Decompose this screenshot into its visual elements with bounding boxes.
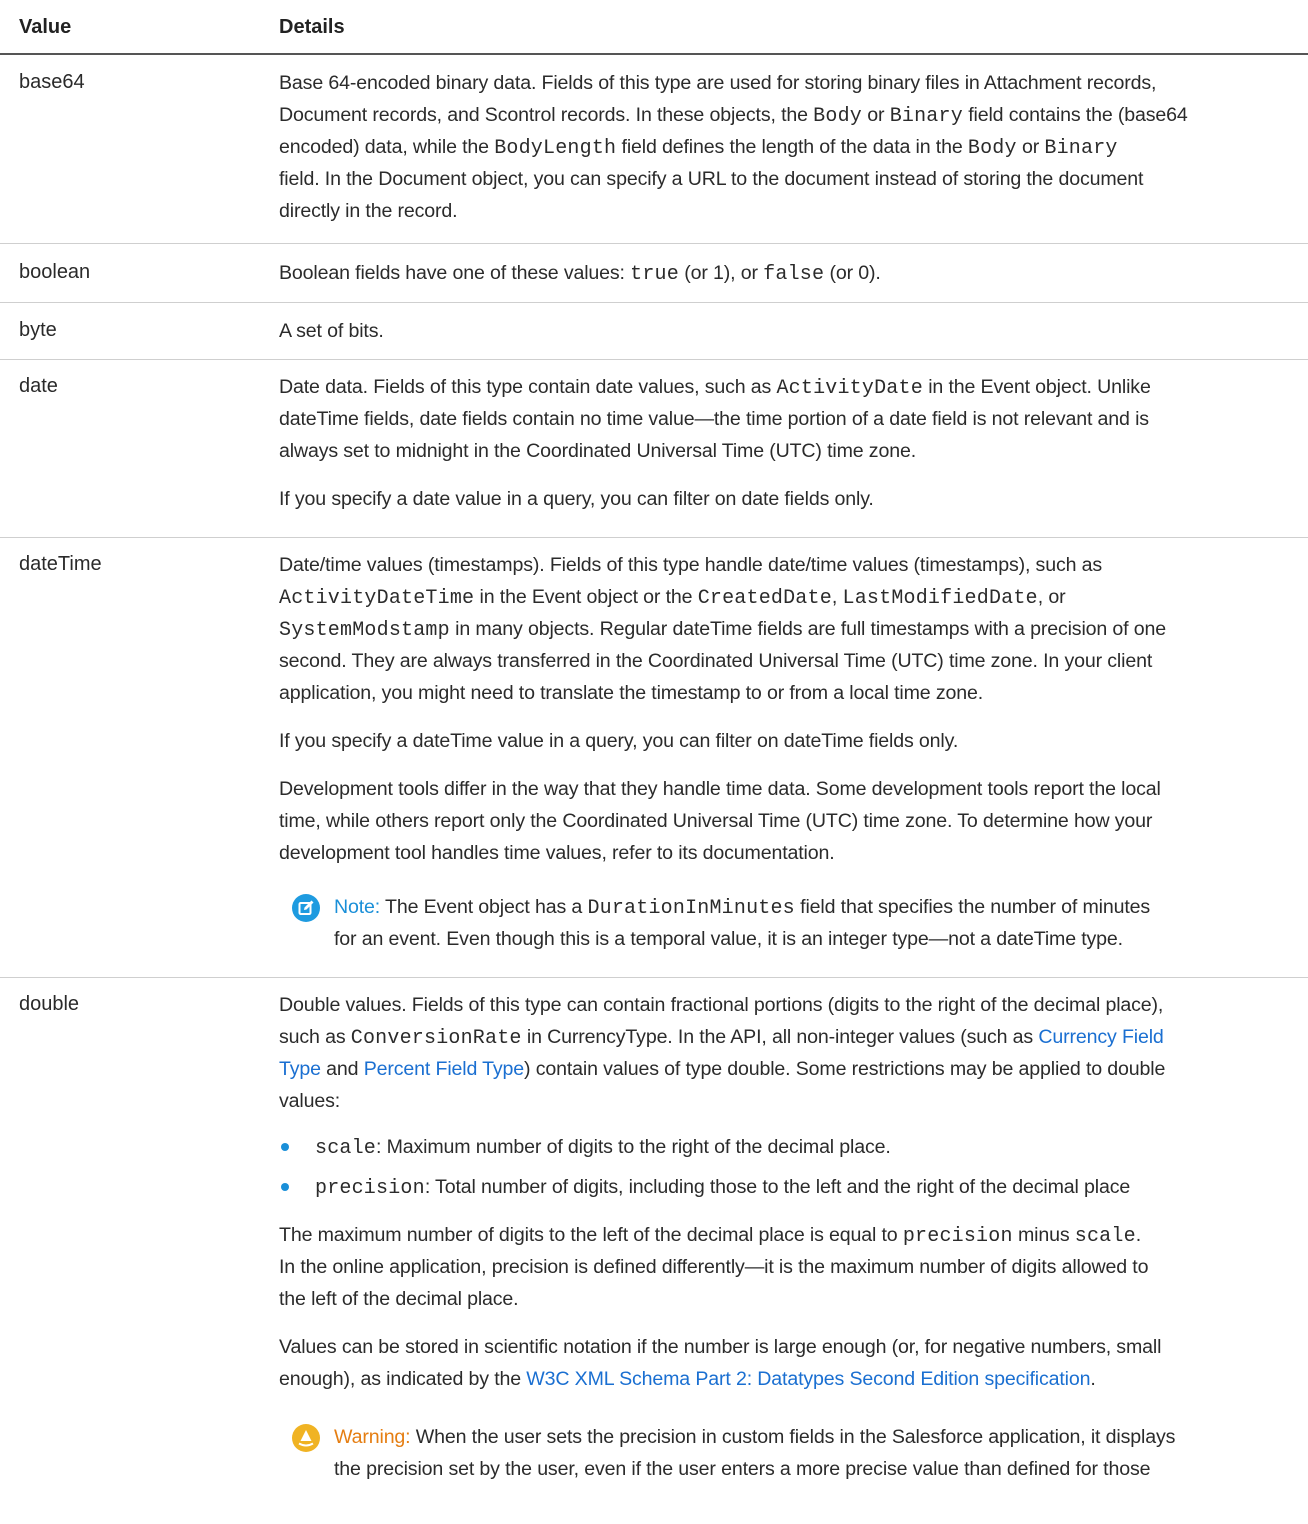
warning-line: Warning: When the user sets the precisio…	[334, 1426, 1176, 1448]
details-line: In the online application, precision is …	[279, 1256, 1149, 1278]
percent-field-type-link[interactable]: Percent Field Type	[364, 1058, 524, 1080]
bullet-icon	[281, 1183, 289, 1191]
details-line: Double values. Fields of this type can c…	[279, 994, 1164, 1016]
note-label: Note:	[334, 896, 381, 918]
note-line: Note: The Event object has a DurationInM…	[334, 896, 1151, 920]
value-cell: boolean	[19, 261, 91, 283]
details-line: time, while others report only the Coord…	[279, 810, 1153, 832]
value-cell: dateTime	[19, 553, 102, 575]
bullet-icon	[281, 1143, 289, 1151]
details-line: Document records, and Scontrol records. …	[279, 104, 1188, 128]
details-line: dateTime fields, date fields contain no …	[279, 408, 1149, 430]
details-line: Development tools differ in the way that…	[279, 778, 1161, 800]
details-line: always set to midnight in the Coordinate…	[279, 440, 916, 462]
value-cell: byte	[19, 319, 57, 341]
details-line: Date/time values (timestamps). Fields of…	[279, 554, 1103, 576]
currency-field-type-link-cont[interactable]: Type	[279, 1058, 321, 1080]
field-types-table: Value Details base64 Base 64-encoded bin…	[0, 0, 1308, 1524]
details-line: second. They are always transferred in t…	[279, 650, 1153, 672]
currency-field-type-link[interactable]: Currency Field	[1038, 1026, 1163, 1048]
details-line: Values can be stored in scientific notat…	[279, 1336, 1162, 1358]
row-divider	[0, 302, 1308, 303]
row-divider	[0, 977, 1308, 978]
bullet-item-precision: precision: Total number of digits, inclu…	[315, 1176, 1131, 1200]
details-line: SystemModstamp in many objects. Regular …	[279, 618, 1167, 642]
details-line: Date data. Fields of this type contain d…	[279, 376, 1151, 400]
note-line: for an event. Even though this is a temp…	[334, 928, 1123, 950]
details-line: application, you might need to translate…	[279, 682, 984, 704]
details-line: Base 64-encoded binary data. Fields of t…	[279, 72, 1157, 94]
bullet-item-scale: scale: Maximum number of digits to the r…	[315, 1136, 891, 1160]
details-line: such as ConversionRate in CurrencyType. …	[279, 1026, 1164, 1050]
details-line: If you specify a date value in a query, …	[279, 488, 874, 510]
details-line: enough), as indicated by the W3C XML Sch…	[279, 1368, 1096, 1390]
note-edit-icon	[292, 894, 320, 922]
details-line: the left of the decimal place.	[279, 1288, 519, 1310]
warning-line: the precision set by the user, even if t…	[334, 1458, 1151, 1480]
value-cell: base64	[19, 71, 85, 93]
details-line: ActivityDateTime in the Event object or …	[279, 586, 1066, 610]
details-line: If you specify a dateTime value in a que…	[279, 730, 959, 752]
details-line: The maximum number of digits to the left…	[279, 1224, 1142, 1248]
row-divider	[0, 537, 1308, 538]
header-details: Details	[279, 16, 345, 38]
table-header: Value Details	[0, 0, 1308, 55]
value-cell: double	[19, 993, 80, 1015]
row-divider	[0, 243, 1308, 244]
details-line: Type and Percent Field Type) contain val…	[279, 1058, 1166, 1080]
details-line: development tool handles time values, re…	[279, 842, 835, 864]
w3c-schema-link[interactable]: W3C XML Schema Part 2: Datatypes Second …	[526, 1368, 1090, 1390]
details-line: Boolean fields have one of these values:…	[279, 262, 881, 286]
details-line: field. In the Document object, you can s…	[279, 168, 1144, 190]
header-value: Value	[19, 16, 72, 38]
row-divider	[0, 359, 1308, 360]
value-cell: date	[19, 375, 58, 397]
details-line: encoded) data, while the BodyLength fiel…	[279, 136, 1118, 160]
details-line: values:	[279, 1090, 341, 1112]
details-line: A set of bits.	[279, 320, 384, 342]
details-line: directly in the record.	[279, 200, 458, 222]
warning-label: Warning:	[334, 1426, 411, 1448]
warning-icon	[292, 1424, 320, 1452]
